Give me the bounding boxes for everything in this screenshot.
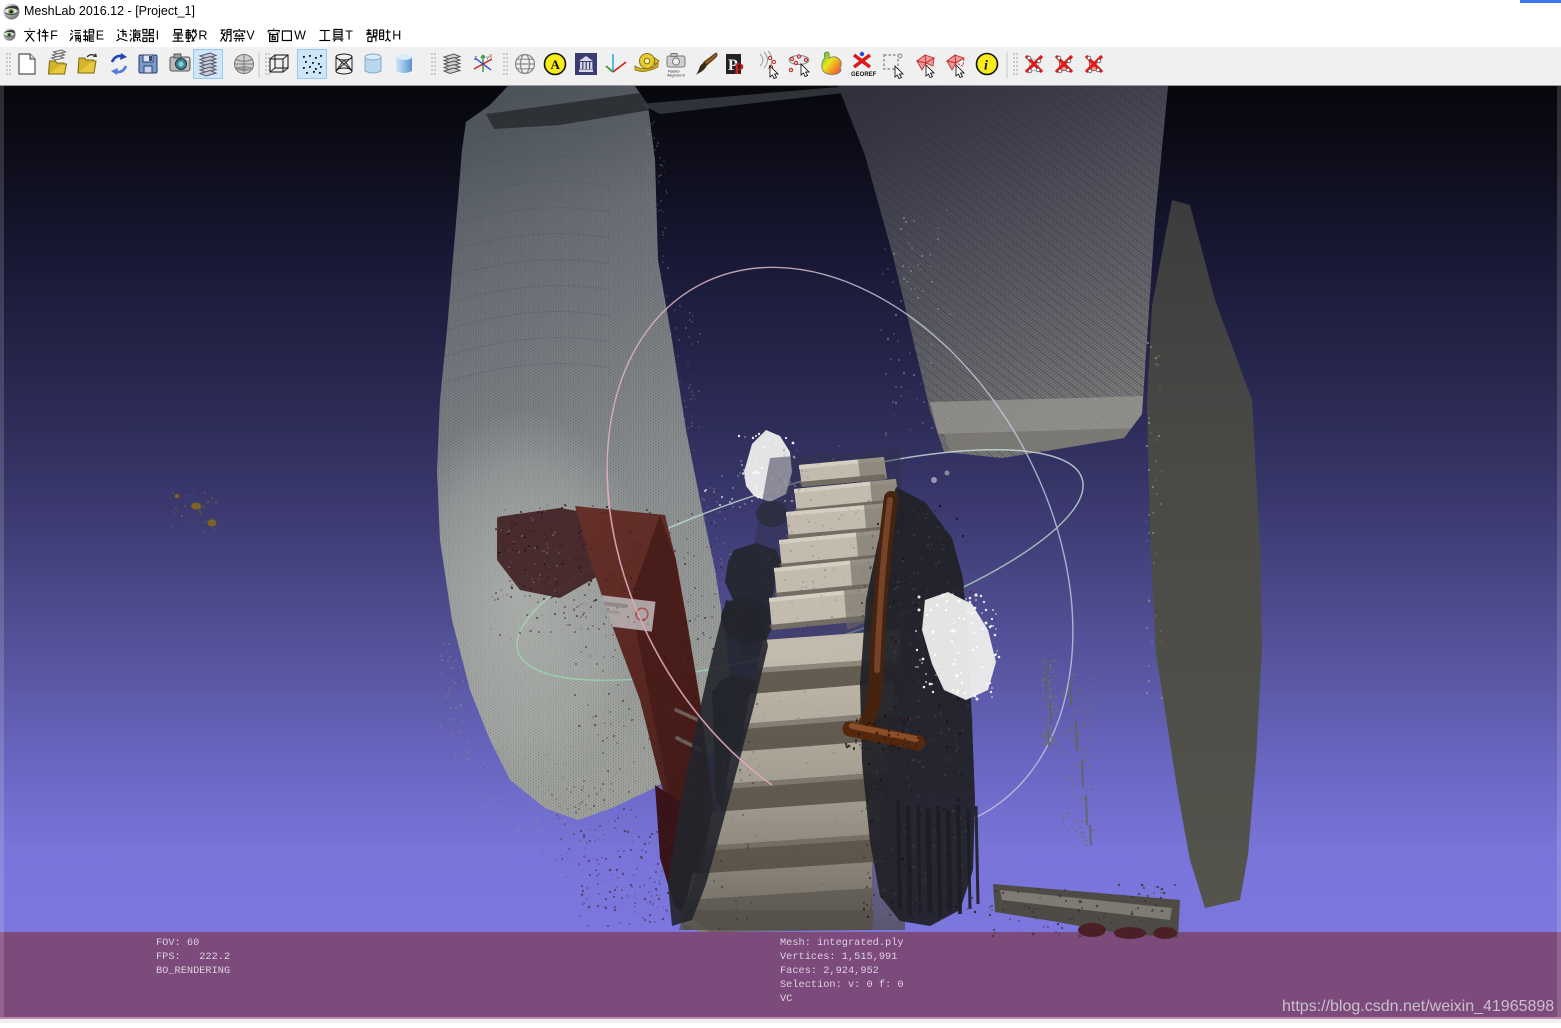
svg-text:BO_RENDERING: BO_RENDERING [156,965,230,977]
svg-text:F: F [50,29,58,43]
svg-text:i: i [984,59,988,74]
svg-text:H: H [392,29,401,43]
svg-text:P: P [734,61,744,78]
svg-text:R: R [198,29,207,43]
svg-text:GEOREF: GEOREF [851,72,877,78]
svg-text:Mesh: integrated.ply: Mesh: integrated.ply [780,937,904,949]
svg-text:https://blog.csdn.net/weixin_4: https://blog.csdn.net/weixin_41965898 [1282,998,1554,1015]
svg-text:Vertices: 1,515,991: Vertices: 1,515,991 [780,951,897,963]
svg-text:A: A [551,57,561,72]
svg-text:FOV: 60: FOV: 60 [156,937,199,949]
svg-text:Selection: v: 0 f: 0: Selection: v: 0 f: 0 [780,979,904,991]
svg-text:VC: VC [780,993,792,1005]
svg-text:Z: Z [474,56,477,62]
svg-text:Faces: 2,924,952: Faces: 2,924,952 [780,965,879,977]
svg-text:E: E [96,29,104,43]
svg-text:Alignment: Alignment [667,73,686,78]
svg-text:T: T [345,29,353,43]
svg-text:V: V [246,29,255,43]
svg-text:W: W [294,29,306,43]
svg-text:X: X [489,54,493,60]
svg-text:I: I [156,29,159,43]
svg-text:FPS: 222.2: FPS: 222.2 [156,951,230,963]
